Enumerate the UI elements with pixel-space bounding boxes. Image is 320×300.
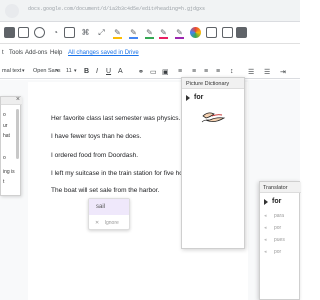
numbered-list-icon[interactable]: ☰ bbox=[248, 68, 254, 76]
chevron-down-icon[interactable]: ▾ bbox=[74, 68, 77, 74]
panel-text: o bbox=[3, 112, 6, 118]
highlight-pink-icon[interactable]: ✎ bbox=[158, 27, 169, 39]
ignore-button[interactable]: ✕ Ignore bbox=[95, 220, 119, 226]
vocab-icon[interactable] bbox=[206, 27, 217, 38]
site-icon bbox=[5, 4, 19, 18]
side-panel-left: × o ur hat o ing is t bbox=[0, 96, 22, 196]
highlight-yellow-icon[interactable]: ✎ bbox=[112, 27, 123, 39]
translation-text: por bbox=[274, 249, 282, 255]
document-line[interactable]: Her favorite class last semester was phy… bbox=[51, 115, 180, 122]
comment-add-icon[interactable]: ▭ bbox=[150, 68, 157, 76]
screenshot-icon[interactable]: ⤢ bbox=[96, 27, 107, 38]
speaker-icon[interactable]: ◂ bbox=[264, 237, 270, 243]
chevron-down-icon[interactable]: ▾ bbox=[56, 68, 59, 74]
save-status-link[interactable]: All changes saved in Drive bbox=[68, 50, 139, 56]
picture-dictionary-panel: Picture Dictionary for bbox=[181, 77, 245, 249]
check-icon[interactable] bbox=[222, 27, 233, 38]
align-left-icon[interactable]: ≡ bbox=[178, 68, 182, 75]
underline-icon[interactable]: U bbox=[106, 68, 111, 75]
highlight-blue-icon[interactable]: ✎ bbox=[128, 27, 139, 39]
link-icon[interactable]: ⚭ bbox=[138, 68, 144, 76]
play-icon[interactable] bbox=[186, 95, 190, 101]
menu-bar: t Tools Add-ons Help All changes saved i… bbox=[0, 46, 300, 62]
menu-format-partial[interactable]: t bbox=[2, 50, 4, 56]
present-icon[interactable] bbox=[18, 27, 29, 38]
extension-toolbar: ◔ ⌘ ⤢ ✎ ✎ ✎ ✎ ✎ bbox=[0, 22, 300, 44]
close-icon[interactable]: × bbox=[16, 96, 20, 103]
highlight-green-icon[interactable]: ✎ bbox=[144, 27, 155, 39]
rainbow-icon[interactable] bbox=[190, 27, 201, 38]
panel-text: o bbox=[3, 155, 6, 161]
translate-icon[interactable] bbox=[236, 27, 247, 38]
bold-icon[interactable]: B bbox=[84, 68, 89, 75]
ignore-icon: ✕ bbox=[95, 220, 100, 226]
word-prediction-icon[interactable]: ⌘ bbox=[80, 27, 91, 38]
bulleted-list-icon[interactable]: ☰ bbox=[264, 68, 270, 76]
document-line[interactable]: I left my suitcase in the train station … bbox=[51, 170, 189, 177]
ignore-label: Ignore bbox=[104, 220, 119, 226]
document-line[interactable]: I ordered food from Doordash. bbox=[51, 152, 138, 159]
image-icon[interactable]: ▣ bbox=[162, 68, 169, 76]
translator-word: for bbox=[272, 198, 282, 205]
comment-icon[interactable] bbox=[34, 27, 45, 38]
doc-icon[interactable] bbox=[4, 27, 15, 38]
panel-text: hat bbox=[3, 133, 10, 139]
spelling-suggestion-popup: sail ✕ Ignore bbox=[88, 198, 130, 230]
paragraph-style-select[interactable]: mal text bbox=[2, 68, 21, 74]
panel-text: ing is bbox=[3, 169, 15, 175]
translation-text: pues bbox=[274, 237, 285, 243]
browser-address-bar[interactable]: docs.google.com/document/d/1a2b3c4d5e/ed… bbox=[0, 0, 300, 22]
align-right-icon[interactable]: ≡ bbox=[204, 68, 208, 75]
align-center-icon[interactable]: ≡ bbox=[192, 68, 196, 75]
dictionary-word: for bbox=[194, 94, 204, 101]
panel-header[interactable]: Translator bbox=[260, 182, 301, 193]
menu-addons[interactable]: Add-ons bbox=[25, 50, 47, 56]
suggestion-text: sail bbox=[96, 204, 106, 210]
panel-header[interactable]: Picture Dictionary bbox=[182, 78, 244, 89]
panel-text: ur bbox=[3, 123, 8, 129]
chevron-down-icon[interactable]: ▾ bbox=[22, 68, 25, 74]
speech-icon[interactable] bbox=[64, 27, 75, 38]
panel-title: Picture Dictionary bbox=[186, 81, 230, 87]
hear-icon[interactable]: ◔ bbox=[50, 27, 61, 38]
suggestion-option[interactable]: sail bbox=[89, 199, 129, 215]
menu-tools[interactable]: Tools bbox=[9, 50, 23, 56]
hands-giving-icon bbox=[201, 112, 226, 123]
document-line[interactable]: The boat will set sale from the harbor. bbox=[51, 187, 159, 194]
translator-panel: Translator for ◂ para ◂ por ◂ pues ◂ por bbox=[259, 181, 301, 300]
indent-icon[interactable]: ⇥ bbox=[280, 68, 286, 76]
menu-help[interactable]: Help bbox=[50, 50, 62, 56]
line-spacing-icon[interactable]: ↕ bbox=[230, 68, 234, 75]
font-size-select[interactable]: 11 bbox=[66, 68, 72, 74]
justify-icon[interactable]: ≡ bbox=[216, 68, 220, 75]
panel-header: × bbox=[1, 96, 22, 105]
document-line[interactable]: I have fewer toys than he does. bbox=[51, 133, 141, 140]
translation-text: para bbox=[274, 213, 285, 219]
translation-item[interactable]: ◂ por bbox=[264, 225, 281, 231]
translation-text: por bbox=[274, 225, 282, 231]
speaker-icon[interactable]: ◂ bbox=[264, 213, 270, 219]
translation-item[interactable]: ◂ para bbox=[264, 213, 284, 219]
italic-icon[interactable]: I bbox=[96, 68, 98, 75]
panel-text: t bbox=[3, 179, 5, 185]
translation-item[interactable]: ◂ pues bbox=[264, 237, 285, 243]
text-color-icon[interactable]: A bbox=[118, 68, 123, 75]
format-toolbar: mal text ▾ Open Sans ▾ 11 ▾ B I U A ⚭ ▭ … bbox=[0, 63, 300, 79]
translation-item[interactable]: ◂ por bbox=[264, 249, 281, 255]
highlight-purple-icon[interactable]: ✎ bbox=[174, 27, 185, 39]
scrollbar[interactable] bbox=[16, 109, 19, 159]
play-icon[interactable] bbox=[264, 199, 268, 205]
speaker-icon[interactable]: ◂ bbox=[264, 249, 270, 255]
panel-title: Translator bbox=[263, 185, 288, 191]
speaker-icon[interactable]: ◂ bbox=[264, 225, 270, 231]
url-text[interactable]: docs.google.com/document/d/1a2b3c4d5e/ed… bbox=[28, 6, 205, 12]
